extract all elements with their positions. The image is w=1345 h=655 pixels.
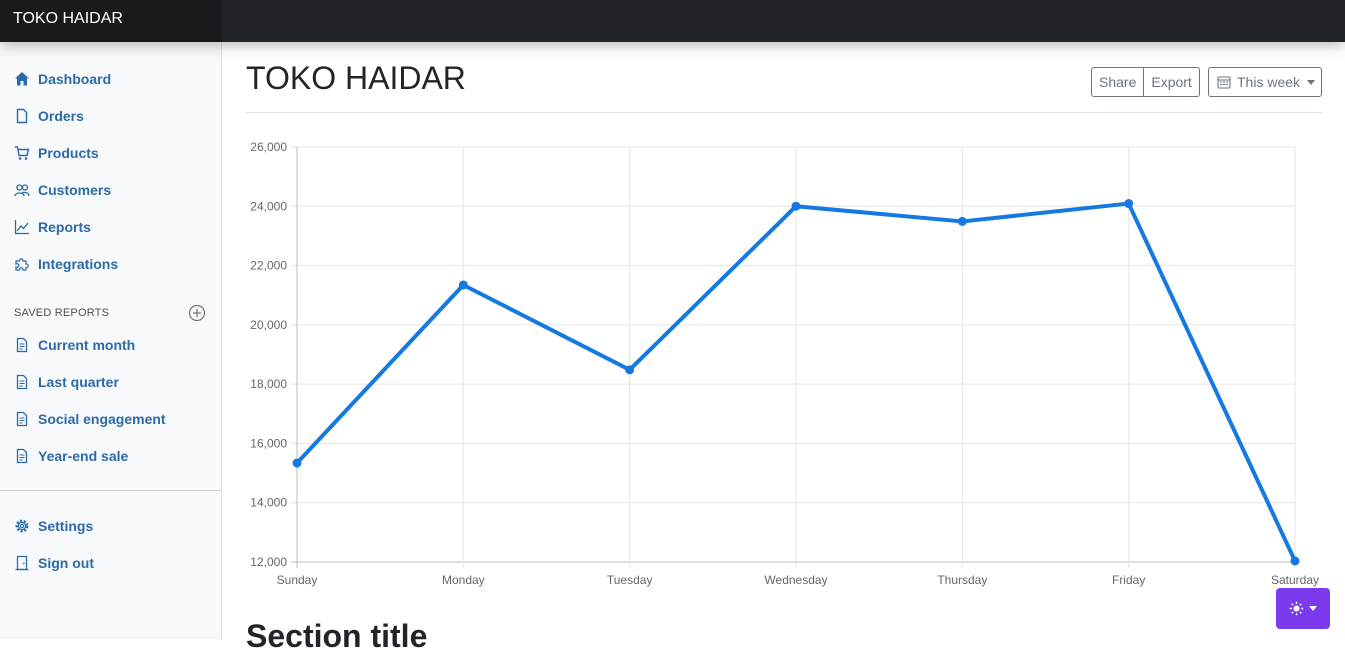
sidebar-item-label: Orders [38,107,84,124]
sidebar-item-label: Sign out [38,554,94,571]
y-tick-label: 12,000 [250,555,287,569]
add-report-button[interactable] [188,304,206,322]
y-tick-label: 26,000 [250,140,287,154]
gear-icon [13,517,31,535]
x-tick-label: Sunday [277,573,318,587]
sidebar-item-label: Dashboard [38,70,112,87]
plus-circle-icon [188,304,206,322]
sidebar-item-social-engagement[interactable]: Social engagement [0,400,221,437]
sidebar-item-dashboard[interactable]: Dashboard [0,60,221,97]
theme-toggle-button[interactable] [1276,588,1330,629]
sidebar: Dashboard Orders Products Customers Repo… [0,42,222,639]
sidebar-item-label: Year-end sale [38,447,129,464]
x-tick-label: Saturday [1271,573,1319,587]
sidebar-item-label: Settings [38,517,94,534]
sidebar-item-label: Customers [38,181,112,198]
saved-reports-heading: SAVED REPORTS [14,307,110,319]
y-tick-label: 24,000 [250,199,287,213]
sun-icon [1289,601,1304,616]
data-point [1124,199,1134,209]
sidebar-divider [0,490,221,491]
cart-icon [13,144,31,162]
sidebar-item-customers[interactable]: Customers [0,171,221,208]
y-tick-label: 14,000 [250,496,287,510]
data-point [458,280,468,290]
data-point [292,458,302,468]
data-point [625,365,635,375]
sidebar-item-label: Current month [38,336,136,353]
period-label: This week [1237,74,1301,90]
share-export-group: Share Export [1091,67,1200,97]
brand-logo[interactable]: TOKO HAIDAR [0,0,222,42]
x-tick-label: Friday [1112,573,1145,587]
top-navbar: TOKO HAIDAR [0,0,1345,42]
data-point [957,216,967,226]
period-dropdown[interactable]: This week [1208,67,1322,97]
sidebar-item-label: Last quarter [38,373,119,390]
file-text-icon [13,336,31,354]
puzzle-icon [13,255,31,273]
sidebar-item-reports[interactable]: Reports [0,208,221,245]
caret-down-icon [1309,606,1317,611]
page-title: TOKO HAIDAR [246,60,466,96]
sidebar-item-integrations[interactable]: Integrations [0,245,221,282]
sidebar-item-settings[interactable]: Settings [0,507,221,544]
section-title: Section title [246,618,428,654]
x-tick-label: Tuesday [607,573,653,587]
users-icon [13,181,31,199]
file-icon [13,107,31,125]
y-tick-label: 18,000 [250,377,287,391]
x-tick-label: Thursday [937,573,987,587]
sidebar-item-last-quarter[interactable]: Last quarter [0,363,221,400]
file-text-icon [13,410,31,428]
sidebar-item-label: Products [38,144,99,161]
y-tick-label: 22,000 [250,259,287,273]
title-divider [246,112,1322,113]
data-point [1290,556,1300,566]
home-icon [13,70,31,88]
sidebar-item-current-month[interactable]: Current month [0,326,221,363]
chart-line-icon [13,218,31,236]
line-chart: 12,000 14,000 16,000 18,000 20,000 22,000 24,0… [246,135,1326,595]
y-tick-label: 20,000 [250,318,287,332]
file-text-icon [13,447,31,465]
caret-down-icon [1307,79,1316,85]
sidebar-item-products[interactable]: Products [0,134,221,171]
y-tick-label: 16,000 [250,436,287,450]
sidebar-item-label: Social engagement [38,410,166,427]
calendar-icon [1217,76,1231,89]
export-button[interactable]: Export [1144,67,1200,97]
sidebar-item-year-end-sale[interactable]: Year-end sale [0,437,221,474]
line-chart-svg: 12,000 14,000 16,000 18,000 20,000 22,000 24,0… [250,140,1319,587]
data-point [791,201,801,211]
sidebar-item-orders[interactable]: Orders [0,97,221,134]
door-icon [13,554,31,572]
file-text-icon [13,373,31,391]
x-tick-label: Wednesday [764,573,827,587]
sidebar-item-sign-out[interactable]: Sign out [0,544,221,581]
x-tick-label: Monday [442,573,485,587]
sidebar-item-label: Reports [38,218,91,235]
sidebar-item-label: Integrations [38,255,119,272]
share-button[interactable]: Share [1091,67,1145,97]
